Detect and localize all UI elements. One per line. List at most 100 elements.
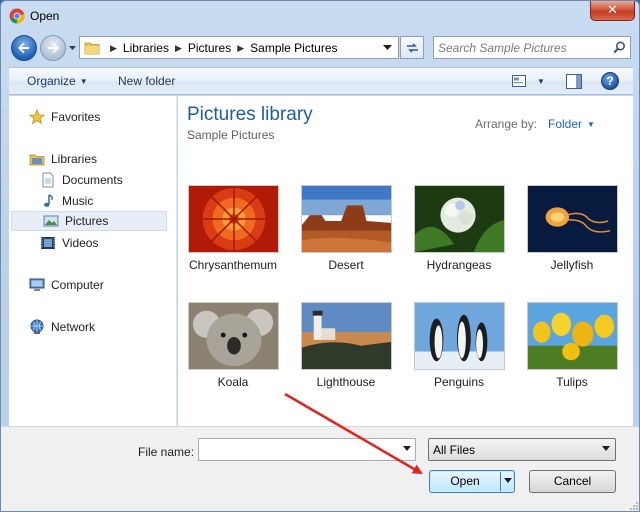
file-name: Jellyfish <box>550 258 594 272</box>
breadcrumb-pictures[interactable]: Pictures <box>188 41 231 55</box>
forward-arrow-icon <box>48 42 59 54</box>
sidebar-item-videos[interactable]: Videos <box>9 233 167 253</box>
split-divider <box>500 472 501 491</box>
sidebar-item-label: Computer <box>51 278 104 292</box>
close-icon: ✕ <box>607 2 618 17</box>
arrange-by-label: Arrange by: <box>475 117 538 131</box>
koala-thumbnail <box>188 302 279 370</box>
file-name: Hydrangeas <box>426 258 492 272</box>
organize-button[interactable]: Organize ▼ <box>27 74 88 88</box>
new-folder-button[interactable]: New folder <box>118 74 175 88</box>
sidebar-item-label: Videos <box>62 236 99 250</box>
search-icon[interactable] <box>613 41 626 54</box>
resize-grip-icon[interactable] <box>629 501 639 511</box>
breadcrumb-chevron-icon[interactable]: ▶ <box>110 43 117 54</box>
arrange-by-dropdown[interactable]: Folder ▼ <box>548 117 595 131</box>
file-item[interactable]: Jellyfish <box>517 185 627 295</box>
sidebar-item-label: Music <box>62 194 94 208</box>
open-button-label: Open <box>450 474 480 488</box>
file-item[interactable]: Chrysanthemum <box>178 185 288 295</box>
sidebar-item-label: Documents <box>62 173 123 187</box>
file-name: Tulips <box>556 375 588 389</box>
file-name-input[interactable] <box>202 442 392 458</box>
file-name: Chrysanthemum <box>188 258 278 272</box>
back-arrow-icon <box>18 42 29 54</box>
sidebar-item-libraries[interactable]: Libraries <box>9 149 167 169</box>
open-dialog: Open ✕ ▶ Libraries ▶ Pictures ▶ Sample P… <box>0 0 640 512</box>
sidebar-item-label: Libraries <box>51 152 98 166</box>
file-list-pane: Pictures library Sample Pictures Arrange… <box>178 96 633 426</box>
sidebar-item-documents[interactable]: Documents <box>9 170 167 190</box>
open-button[interactable]: Open <box>429 470 515 493</box>
jellyfish-thumbnail <box>527 185 618 253</box>
folder-icon <box>84 42 100 55</box>
hydrangeas-thumbnail <box>414 185 505 253</box>
recent-pages-dropdown-icon[interactable] <box>68 43 77 52</box>
lighthouse-thumbnail <box>301 302 392 370</box>
forward-button[interactable] <box>40 35 66 61</box>
sidebar-item-label: Pictures <box>65 214 109 228</box>
dialog-footer: File name: All Files Open Cancel <box>1 426 639 511</box>
videos-icon <box>41 237 55 249</box>
sidebar-item-network[interactable]: Network <box>9 317 167 337</box>
sidebar-item-favorites[interactable]: Favorites <box>9 107 167 127</box>
search-input[interactable] <box>438 40 608 56</box>
tulips-thumbnail <box>527 302 618 370</box>
open-options-dropdown-icon[interactable] <box>504 478 512 483</box>
file-item[interactable]: Lighthouse <box>291 302 401 412</box>
file-type-dropdown-icon <box>602 446 610 451</box>
breadcrumb: ▶ Libraries ▶ Pictures ▶ Sample Pictures <box>104 41 338 55</box>
search-box[interactable] <box>433 36 631 59</box>
title-bar: Open ✕ <box>1 1 639 31</box>
help-icon[interactable]: ? <box>601 72 619 90</box>
breadcrumb-libraries[interactable]: Libraries <box>123 41 169 55</box>
file-type-value: All Files <box>433 443 476 457</box>
command-bar: Organize ▼ New folder ▼ ? <box>9 67 633 95</box>
refresh-icon <box>407 43 418 53</box>
window-title: Open <box>30 9 60 23</box>
music-icon <box>44 194 53 207</box>
caret-down-icon: ▼ <box>79 77 88 86</box>
libraries-icon <box>29 154 45 166</box>
close-button[interactable]: ✕ <box>590 1 635 21</box>
library-title: Pictures library <box>187 104 313 125</box>
file-item[interactable]: Tulips <box>517 302 627 412</box>
change-view-icon[interactable] <box>512 74 526 88</box>
cancel-button[interactable]: Cancel <box>529 470 616 493</box>
file-name-dropdown-icon[interactable] <box>403 446 411 451</box>
sidebar-item-pictures[interactable]: Pictures <box>11 211 167 231</box>
file-item[interactable]: Desert <box>291 185 401 295</box>
file-item[interactable]: Koala <box>178 302 288 412</box>
breadcrumb-chevron-icon[interactable]: ▶ <box>175 43 182 54</box>
pictures-icon <box>43 215 59 227</box>
documents-icon <box>42 172 54 188</box>
computer-icon <box>29 278 45 291</box>
file-type-select[interactable]: All Files <box>428 438 616 461</box>
sidebar-item-label: Network <box>51 320 96 334</box>
file-item[interactable]: Hydrangeas <box>404 185 514 295</box>
address-dropdown-icon[interactable] <box>383 45 392 51</box>
breadcrumb-chevron-icon[interactable]: ▶ <box>237 43 244 54</box>
preview-pane-icon[interactable] <box>566 74 582 89</box>
caret-down-icon: ▼ <box>587 120 595 129</box>
file-name: Penguins <box>433 375 485 389</box>
breadcrumb-sample-pictures[interactable]: Sample Pictures <box>250 41 337 55</box>
sidebar-item-label: Favorites <box>51 110 101 124</box>
file-name-label: File name: <box>138 445 195 459</box>
back-button[interactable] <box>11 35 37 61</box>
view-options-dropdown-icon[interactable]: ▼ <box>537 77 545 86</box>
arrange-by-value: Folder <box>548 117 583 131</box>
file-name: Lighthouse <box>316 375 376 389</box>
star-icon <box>29 109 45 125</box>
network-icon <box>30 319 44 334</box>
chrysanthemum-thumbnail <box>188 185 279 253</box>
file-item[interactable]: Penguins <box>404 302 514 412</box>
organize-label: Organize <box>27 74 76 88</box>
desert-thumbnail <box>301 185 392 253</box>
sidebar-item-music[interactable]: Music <box>9 191 167 211</box>
address-bar[interactable]: ▶ Libraries ▶ Pictures ▶ Sample Pictures <box>79 36 399 59</box>
sidebar-item-computer[interactable]: Computer <box>9 275 167 295</box>
file-name: Koala <box>217 375 249 389</box>
file-name-combobox[interactable] <box>198 438 416 461</box>
refresh-button[interactable] <box>400 36 424 59</box>
